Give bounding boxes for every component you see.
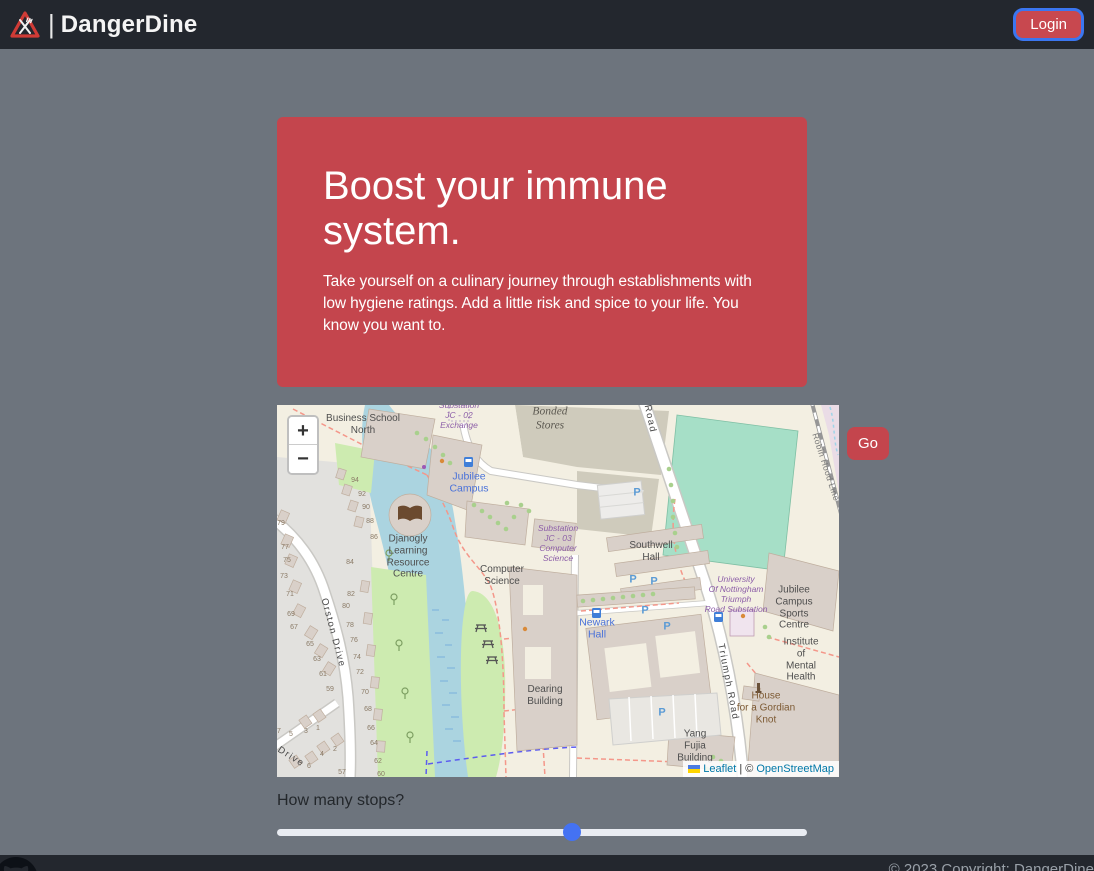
- github-icon: [0, 857, 37, 871]
- footer: Find us on GitHub! © 2023 Copyright: Dan…: [0, 855, 1094, 871]
- slider-thumb[interactable]: [562, 823, 581, 841]
- flag-icon: [688, 765, 701, 773]
- slider-track[interactable]: [277, 828, 807, 836]
- map-canvas[interactable]: Business School NorthBonded StoresSubsta…: [277, 405, 839, 777]
- attribution-separator: | ©: [739, 763, 754, 775]
- hero-description: Take yourself on a culinary journey thro…: [323, 273, 752, 334]
- header: | DangerDine Login: [0, 0, 1094, 49]
- login-button[interactable]: Login: [1013, 8, 1084, 41]
- hero-card: Boost your immune system. Take yourself …: [277, 117, 807, 387]
- leaflet-link[interactable]: Leaflet: [703, 763, 736, 775]
- openstreetmap-link[interactable]: OpenStreetMap: [756, 763, 834, 775]
- copyright-text: © 2023 Copyright: DangerDine: [888, 861, 1094, 871]
- brand-divider: |: [48, 9, 55, 39]
- danger-dine-logo-icon: [10, 10, 40, 38]
- brand: | DangerDine: [10, 9, 197, 40]
- map-tiles: [277, 405, 839, 777]
- main-content: Boost your immune system. Take yourself …: [0, 117, 1094, 841]
- zoom-out-button[interactable]: −: [289, 445, 317, 473]
- stops-slider[interactable]: [277, 823, 807, 841]
- map-zoom-control: + −: [287, 415, 319, 475]
- zoom-in-button[interactable]: +: [289, 417, 317, 445]
- map-attribution: Leaflet | © OpenStreetMap: [683, 761, 839, 777]
- hero-title: Boost your immune system.: [323, 164, 668, 253]
- go-button[interactable]: Go: [847, 427, 890, 460]
- stops-question-label: How many stops?: [277, 792, 405, 809]
- brand-name: DangerDine: [60, 10, 198, 38]
